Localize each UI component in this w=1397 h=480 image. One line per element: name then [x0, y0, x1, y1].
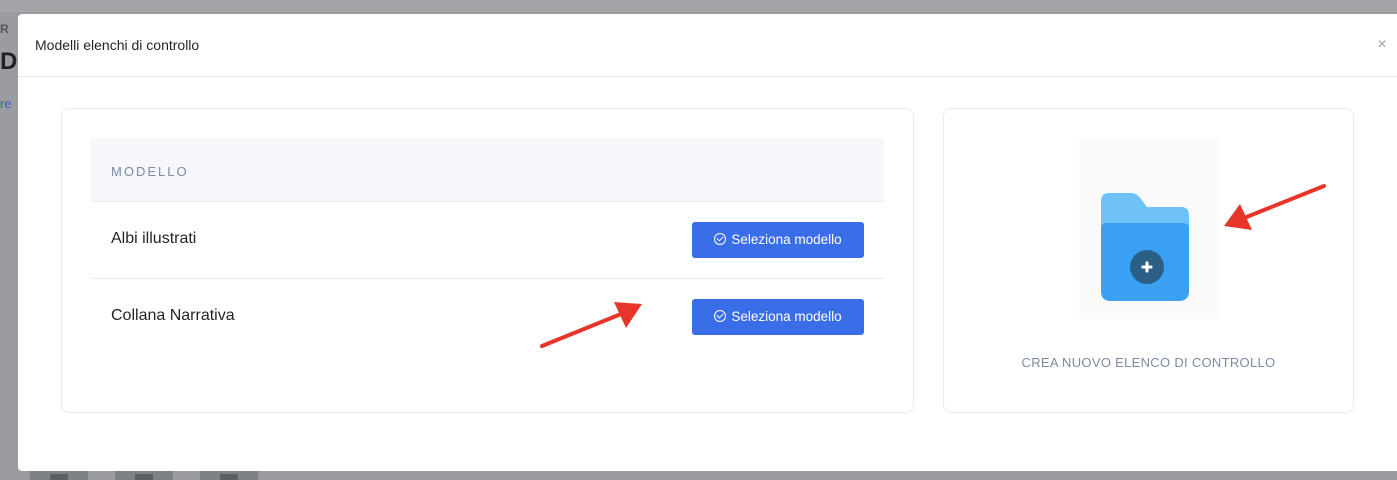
templates-card: MODELLO Albi illustrati Seleziona modell… — [61, 108, 914, 413]
table-row: Albi illustrati Seleziona modello — [91, 202, 884, 279]
template-name: Collana Narrativa — [111, 307, 235, 324]
templates-table: MODELLO Albi illustrati Seleziona modell… — [91, 138, 884, 356]
background-bottom-tab — [200, 471, 258, 480]
background-top-strip — [0, 0, 1397, 12]
select-template-label: Seleziona modello — [731, 232, 842, 247]
background-bottom-tab — [30, 471, 88, 480]
select-template-button[interactable]: Seleziona modello — [692, 222, 864, 258]
modal-title: Modelli elenchi di controllo — [35, 37, 200, 53]
close-icon[interactable]: × — [1374, 36, 1390, 54]
column-header-modello: MODELLO — [111, 164, 189, 179]
background-text-fragment: R — [0, 22, 9, 36]
create-checklist-card[interactable]: CREA NUOVO ELENCO DI CONTROLLO — [943, 108, 1354, 413]
check-circle-icon — [714, 233, 727, 245]
table-row: Collana Narrativa Seleziona modello — [91, 279, 884, 356]
annotation-arrow-icon — [540, 302, 642, 348]
annotation-arrow-icon — [1224, 184, 1326, 230]
background-link-fragment: re — [0, 96, 12, 111]
select-template-button[interactable]: Seleziona modello — [692, 299, 864, 335]
create-checklist-label[interactable]: CREA NUOVO ELENCO DI CONTROLLO — [944, 355, 1353, 370]
select-template-label: Seleziona modello — [731, 309, 842, 324]
folder-plus-icon — [1101, 193, 1189, 301]
templates-modal: Modelli elenchi di controllo × MODELLO A… — [18, 14, 1397, 471]
background-heading-fragment: D — [0, 48, 18, 75]
table-header: MODELLO — [91, 138, 884, 202]
create-checklist-button[interactable] — [1079, 139, 1219, 319]
background-bottom-tab — [115, 471, 173, 480]
check-circle-icon — [714, 310, 727, 322]
modal-header: Modelli elenchi di controllo × — [18, 14, 1397, 77]
template-name: Albi illustrati — [111, 230, 197, 247]
